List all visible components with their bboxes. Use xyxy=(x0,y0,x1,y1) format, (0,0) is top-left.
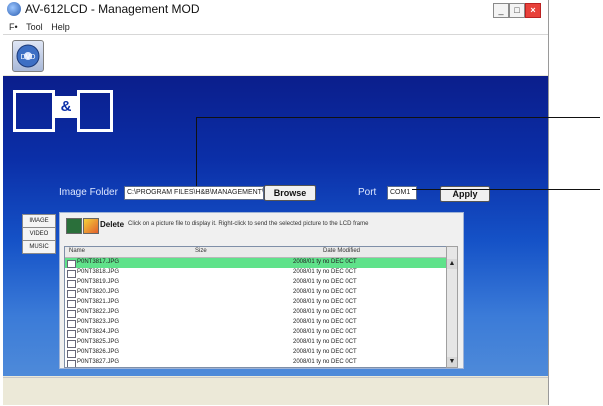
list-item[interactable]: P0NT3817.JPG 2008/01 ty no DEC 0CT xyxy=(65,258,447,268)
file-date: 2008/01 ty no DEC 0CT xyxy=(293,289,357,295)
list-item[interactable]: P0NT3825.JPG 2008/01 ty no DEC 0CT xyxy=(65,338,447,348)
panel-hint: Click on a picture file to display it. R… xyxy=(128,221,369,227)
file-name: P0NT3820.JPG xyxy=(77,289,120,295)
image-file-icon xyxy=(67,260,76,268)
maximize-button[interactable]: □ xyxy=(509,3,525,18)
list-item[interactable]: P0NT3827.JPG 2008/01 ty no DEC 0CT xyxy=(65,358,447,367)
column-size[interactable]: Size xyxy=(195,248,207,254)
file-name: P0NT3818.JPG xyxy=(77,269,120,275)
list-item[interactable]: P0NT3824.JPG 2008/01 ty no DEC 0CT xyxy=(65,328,447,338)
file-list[interactable]: Name Size Date Modified P0NT3817.JPG 2008… xyxy=(64,246,448,368)
file-date: 2008/01 ty no DEC 0CT xyxy=(293,359,357,365)
image-file-icon xyxy=(67,280,76,288)
callout-line-folder xyxy=(196,117,600,118)
window-title: AV-612LCD - Management MOD xyxy=(25,2,200,16)
image-file-icon xyxy=(67,360,76,367)
list-scrollbar[interactable]: ▲ ▼ xyxy=(446,246,458,368)
file-date: 2008/01 ty no DEC 0CT xyxy=(293,299,357,305)
callout-line-folder-vertical xyxy=(196,117,197,186)
menu-file[interactable]: F• xyxy=(9,20,18,34)
file-name: P0NT3822.JPG xyxy=(77,309,120,315)
app-icon xyxy=(7,2,21,16)
image-file-icon xyxy=(67,310,76,318)
file-name: P0NT3823.JPG xyxy=(77,319,120,325)
image-folder-field[interactable]: C:\PROGRAM FILES\H&B\MANAGEMENT\Pictures xyxy=(124,186,264,200)
browse-button[interactable]: Browse xyxy=(264,185,316,201)
file-panel: Delete Click on a picture file to displa… xyxy=(59,212,464,369)
file-date: 2008/01 ty no DEC 0CT xyxy=(293,329,357,335)
list-item[interactable]: P0NT3819.JPG 2008/01 ty no DEC 0CT xyxy=(65,278,447,288)
file-date: 2008/01 ty no DEC 0CT xyxy=(293,279,357,285)
image-file-icon xyxy=(67,290,76,298)
file-name: P0NT3827.JPG xyxy=(77,359,120,365)
file-date: 2008/01 ty no DEC 0CT xyxy=(293,319,357,325)
toolbar: DVD xyxy=(3,35,548,75)
list-header: Name Size Date Modified xyxy=(65,247,447,258)
logo-h xyxy=(13,90,55,132)
image-file-icon xyxy=(67,340,76,348)
file-date: 2008/01 ty no DEC 0CT xyxy=(293,309,357,315)
panel-toolbar: Delete Click on a picture file to displa… xyxy=(64,218,459,234)
close-button[interactable]: × xyxy=(525,3,541,18)
scroll-down-icon[interactable]: ▼ xyxy=(447,357,457,367)
file-name: P0NT3821.JPG xyxy=(77,299,120,305)
file-name: P0NT3824.JPG xyxy=(77,329,120,335)
file-date: 2008/01 ty no DEC 0CT xyxy=(293,259,357,265)
status-bar xyxy=(3,377,548,405)
list-item[interactable]: P0NT3818.JPG 2008/01 ty no DEC 0CT xyxy=(65,268,447,278)
list-item[interactable]: P0NT3821.JPG 2008/01 ty no DEC 0CT xyxy=(65,298,447,308)
tab-music[interactable]: MUSIC xyxy=(22,240,56,254)
file-date: 2008/01 ty no DEC 0CT xyxy=(293,269,357,275)
callout-line-port xyxy=(412,189,600,190)
image-folder-label: Image Folder xyxy=(59,187,118,198)
image-file-icon xyxy=(67,300,76,308)
folder-icon[interactable] xyxy=(83,218,99,234)
file-date: 2008/01 ty no DEC 0CT xyxy=(293,339,357,345)
image-file-icon xyxy=(67,320,76,328)
menu-tool[interactable]: Tool xyxy=(26,20,43,34)
hb-logo: & xyxy=(13,90,113,132)
file-name: P0NT3817.JPG xyxy=(77,259,120,265)
file-name: P0NT3825.JPG xyxy=(77,339,120,345)
list-item[interactable]: P0NT3822.JPG 2008/01 ty no DEC 0CT xyxy=(65,308,447,318)
list-item[interactable]: P0NT3823.JPG 2008/01 ty no DEC 0CT xyxy=(65,318,447,328)
title-bar: AV-612LCD - Management MOD _ □ × xyxy=(3,0,548,21)
file-name: P0NT3826.JPG xyxy=(77,349,120,355)
logo-b xyxy=(77,90,113,132)
image-file-icon xyxy=(67,350,76,358)
file-date: 2008/01 ty no DEC 0CT xyxy=(293,349,357,355)
tab-video[interactable]: VIDEO xyxy=(22,227,56,241)
dvd-icon[interactable]: DVD xyxy=(12,40,44,72)
image-file-icon xyxy=(67,270,76,278)
tab-image[interactable]: IMAGE xyxy=(22,214,56,228)
image-file-icon xyxy=(67,330,76,338)
delete-button[interactable]: Delete xyxy=(100,220,124,229)
minimize-button[interactable]: _ xyxy=(493,3,509,18)
logo-amp: & xyxy=(55,96,77,118)
column-name[interactable]: Name xyxy=(69,248,85,254)
scroll-up-icon[interactable]: ▲ xyxy=(447,259,457,269)
menu-help[interactable]: Help xyxy=(51,20,70,34)
send-to-frame-icon[interactable] xyxy=(66,218,82,234)
menu-bar: F• Tool Help xyxy=(3,20,548,35)
list-item[interactable]: P0NT3826.JPG 2008/01 ty no DEC 0CT xyxy=(65,348,447,358)
port-label: Port xyxy=(358,187,377,198)
app-window: AV-612LCD - Management MOD _ □ × F• Tool… xyxy=(3,0,549,405)
list-item[interactable]: P0NT3820.JPG 2008/01 ty no DEC 0CT xyxy=(65,288,447,298)
column-date[interactable]: Date Modified xyxy=(323,248,360,254)
file-name: P0NT3819.JPG xyxy=(77,279,120,285)
svg-text:DVD: DVD xyxy=(21,54,36,61)
